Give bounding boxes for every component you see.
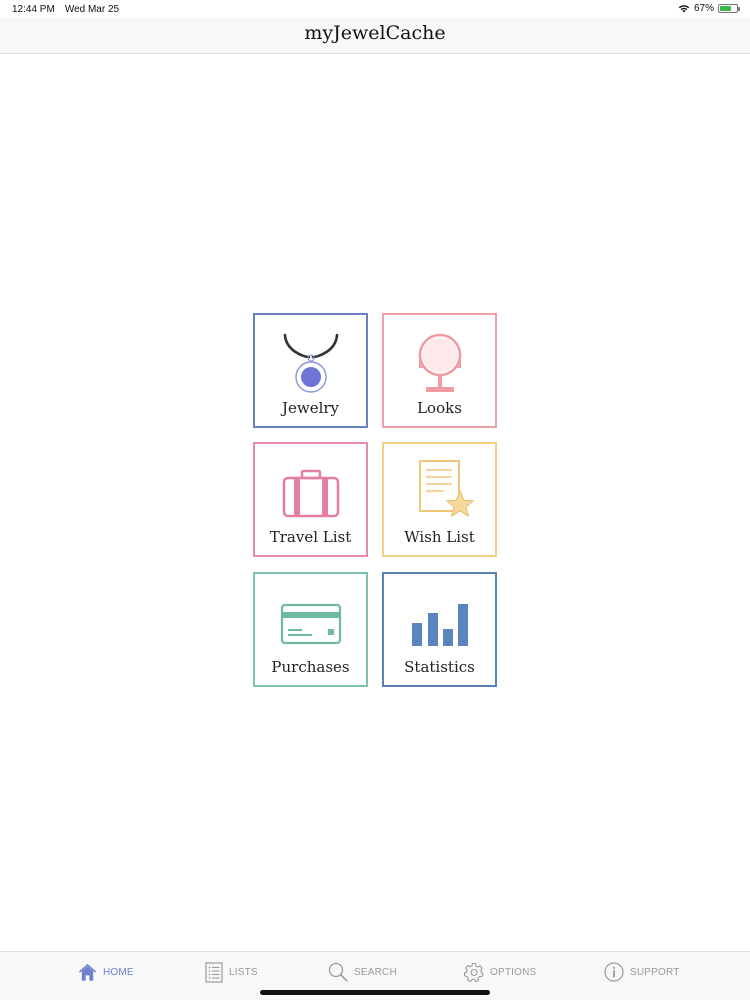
page-title: myJewelCache xyxy=(304,22,446,44)
tab-label: SEARCH xyxy=(354,966,397,978)
tile-label: Looks xyxy=(417,399,462,417)
battery-icon xyxy=(718,4,740,13)
credit-card-icon xyxy=(280,603,341,645)
tab-lists[interactable]: LISTS xyxy=(205,960,258,984)
tile-label: Wish List xyxy=(404,528,475,546)
mirror-icon xyxy=(418,333,461,392)
battery-level xyxy=(720,6,731,11)
status-date: Wed Mar 25 xyxy=(64,4,120,15)
status-right: 67% xyxy=(678,3,740,14)
tab-label: LISTS xyxy=(229,966,258,978)
tile-label: Purchases xyxy=(271,658,350,676)
status-time: 12:44 PM xyxy=(12,4,55,15)
tab-search[interactable]: SEARCH xyxy=(328,960,397,984)
home-indicator[interactable] xyxy=(260,990,490,995)
info-icon xyxy=(604,962,624,982)
statistics-tile[interactable]: Statistics xyxy=(382,572,497,687)
suitcase-icon xyxy=(282,469,339,518)
battery-percent: 67% xyxy=(693,3,714,14)
tab-label: SUPPORT xyxy=(630,966,680,978)
tile-label: Travel List xyxy=(269,528,352,546)
wifi-icon xyxy=(678,5,690,13)
wish-list-tile[interactable]: Wish List xyxy=(382,442,497,557)
status-left: 12:44 PM Wed Mar 25 xyxy=(12,4,119,15)
wish-star-icon xyxy=(418,460,475,518)
tab-label: HOME xyxy=(103,966,134,978)
status-bar: 12:44 PM Wed Mar 25 67% xyxy=(0,0,750,18)
nav-bar: myJewelCache xyxy=(0,18,750,54)
home-icon xyxy=(78,963,97,981)
list-icon xyxy=(205,961,223,983)
menu-grid: Jewelry Looks Travel List Wish List Purc… xyxy=(253,313,498,688)
necklace-icon xyxy=(283,333,338,393)
tile-label: Statistics xyxy=(404,658,475,676)
tab-support[interactable]: SUPPORT xyxy=(604,960,680,984)
tab-options[interactable]: OPTIONS xyxy=(464,960,536,984)
purchases-tile[interactable]: Purchases xyxy=(253,572,368,687)
tile-label: Jewelry xyxy=(281,399,340,417)
jewelry-tile[interactable]: Jewelry xyxy=(253,313,368,428)
tab-label: OPTIONS xyxy=(490,966,537,978)
travel-list-tile[interactable]: Travel List xyxy=(253,442,368,557)
bar-chart-icon xyxy=(411,604,468,646)
gear-icon xyxy=(464,962,484,982)
tab-home[interactable]: HOME xyxy=(78,960,134,984)
search-icon xyxy=(328,962,348,982)
looks-tile[interactable]: Looks xyxy=(382,313,497,428)
